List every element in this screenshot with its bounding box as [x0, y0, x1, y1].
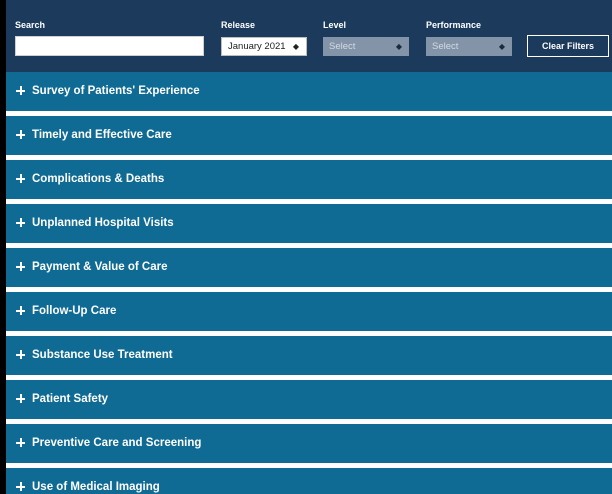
plus-icon	[16, 130, 25, 139]
select-arrows-icon: ◆	[498, 42, 505, 51]
plus-icon	[16, 174, 25, 183]
accordion-section-label: Complications & Deaths	[32, 173, 165, 185]
select-arrows-icon: ◆	[292, 42, 299, 51]
clear-filters-button[interactable]: Clear Filters	[527, 35, 609, 57]
accordion-section-substance-use-treatment[interactable]: Substance Use Treatment	[6, 336, 612, 375]
accordion-section-label: Substance Use Treatment	[32, 349, 173, 361]
accordion-section-use-of-medical-imaging[interactable]: Use of Medical Imaging	[6, 468, 612, 494]
level-select-value: Select	[329, 41, 356, 52]
accordion-section-complications-and-deaths[interactable]: Complications & Deaths	[6, 160, 612, 199]
accordion-section-label: Survey of Patients' Experience	[32, 85, 200, 97]
accordion-section-label: Unplanned Hospital Visits	[32, 217, 174, 229]
search-input[interactable]	[15, 36, 204, 56]
measures-panel: Search Release January 2021 ◆ Level Sele…	[6, 0, 612, 494]
accordion-section-patient-safety[interactable]: Patient Safety	[6, 380, 612, 419]
select-arrows-icon: ◆	[395, 42, 402, 51]
accordion-section-unplanned-hospital-visits[interactable]: Unplanned Hospital Visits	[6, 204, 612, 243]
accordion-section-timely-and-effective-care[interactable]: Timely and Effective Care	[6, 116, 612, 155]
measure-category-accordion: Survey of Patients' Experience Timely an…	[6, 72, 612, 494]
accordion-section-payment-and-value-of-care[interactable]: Payment & Value of Care	[6, 248, 612, 287]
accordion-section-survey-of-patients-experience[interactable]: Survey of Patients' Experience	[6, 72, 612, 111]
performance-select-value: Select	[432, 41, 459, 52]
plus-icon	[16, 86, 25, 95]
accordion-section-label: Patient Safety	[32, 393, 109, 405]
accordion-section-preventive-care-and-screening[interactable]: Preventive Care and Screening	[6, 424, 612, 463]
accordion-section-follow-up-care[interactable]: Follow-Up Care	[6, 292, 612, 331]
plus-icon	[16, 306, 25, 315]
accordion-section-label: Payment & Value of Care	[32, 261, 168, 273]
search-label: Search	[15, 20, 46, 30]
release-select-value: January 2021	[228, 41, 286, 52]
level-label: Level	[323, 20, 347, 30]
release-select[interactable]: January 2021 ◆	[221, 37, 307, 56]
performance-label: Performance	[426, 20, 482, 30]
release-label: Release	[221, 20, 256, 30]
plus-icon	[16, 438, 25, 447]
accordion-section-label: Timely and Effective Care	[32, 129, 172, 141]
plus-icon	[16, 262, 25, 271]
accordion-section-label: Preventive Care and Screening	[32, 437, 202, 449]
plus-icon	[16, 394, 25, 403]
filter-bar: Search Release January 2021 ◆ Level Sele…	[6, 0, 612, 72]
accordion-section-label: Follow-Up Care	[32, 305, 117, 317]
plus-icon	[16, 482, 25, 491]
plus-icon	[16, 218, 25, 227]
performance-select[interactable]: Select ◆	[426, 37, 512, 56]
plus-icon	[16, 350, 25, 359]
accordion-section-label: Use of Medical Imaging	[32, 481, 160, 493]
level-select[interactable]: Select ◆	[323, 37, 409, 56]
